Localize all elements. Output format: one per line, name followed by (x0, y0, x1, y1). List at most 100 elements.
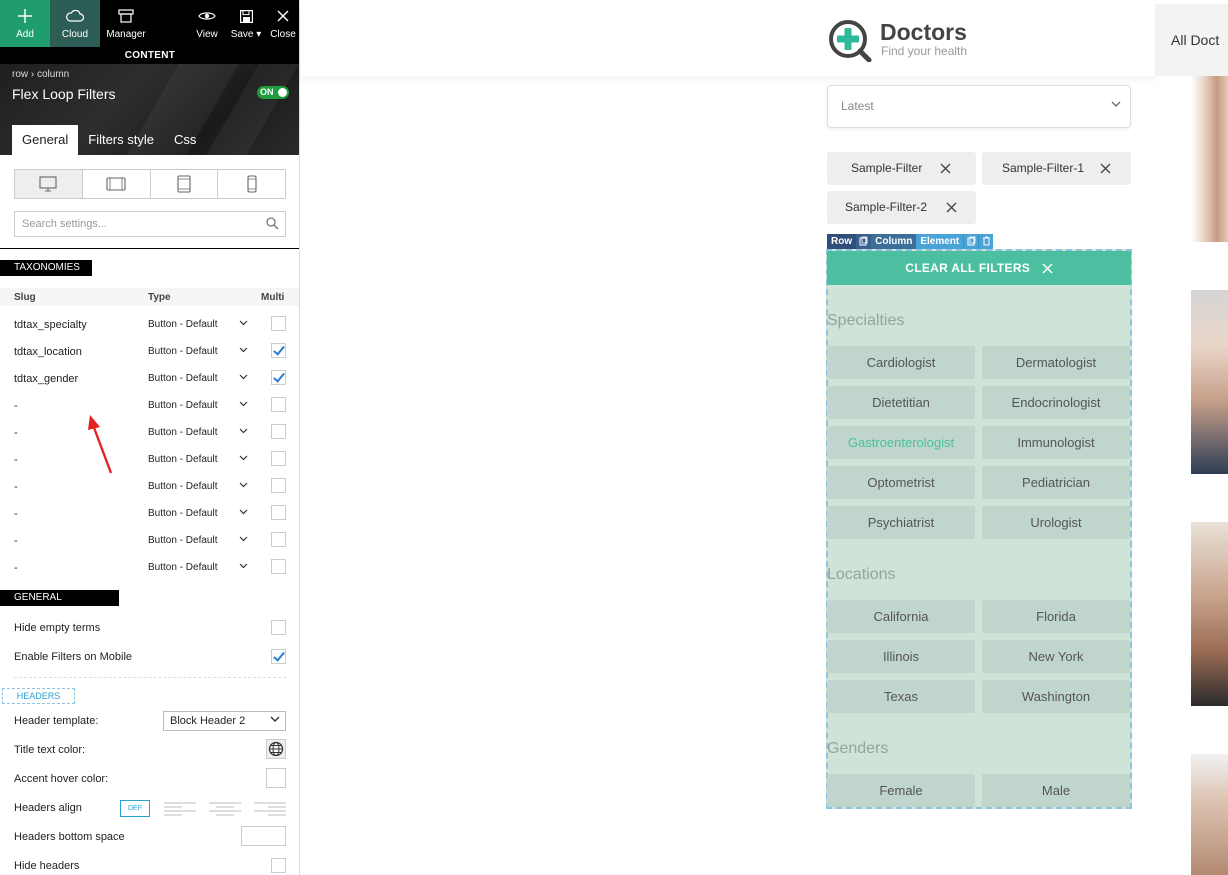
filter-option-button[interactable]: Immunologist (982, 426, 1130, 459)
cloud-button[interactable]: Cloud (50, 0, 100, 47)
element-copy-icon[interactable] (963, 234, 979, 249)
taxonomy-type-select[interactable]: Button - Default (148, 373, 217, 384)
chevron-down-icon[interactable] (239, 347, 248, 353)
desktop-device-button[interactable] (15, 170, 83, 198)
tab-filters-style[interactable]: Filters style (78, 125, 164, 155)
doctor-photo[interactable] (1191, 522, 1228, 706)
row-copy-icon[interactable] (856, 234, 872, 249)
taxonomy-multi-checkbox[interactable] (271, 397, 286, 412)
taxonomy-multi-checkbox[interactable] (271, 532, 286, 547)
search-icon[interactable] (266, 217, 279, 230)
doctor-photo[interactable] (1191, 290, 1228, 474)
taxonomy-type-select[interactable]: Button - Default (148, 427, 217, 438)
portrait-tablet-device-button[interactable] (151, 170, 219, 198)
element-selector[interactable]: Element (916, 234, 964, 249)
taxonomy-type-select[interactable]: Button - Default (148, 508, 217, 519)
sort-select[interactable]: Latest (827, 85, 1131, 128)
filter-option-button[interactable]: Pediatrician (982, 466, 1130, 499)
row-selector[interactable]: Row (827, 234, 857, 249)
taxonomy-type-select[interactable]: Button - Default (148, 319, 217, 330)
taxonomy-type-select[interactable]: Button - Default (148, 400, 217, 411)
taxonomy-multi-checkbox[interactable] (271, 316, 286, 331)
tablet-landscape-icon (106, 177, 126, 191)
remove-filter-icon[interactable] (946, 202, 957, 213)
filter-option-button[interactable]: Washington (982, 680, 1130, 713)
taxonomy-type-select[interactable]: Button - Default (148, 454, 217, 465)
view-button[interactable]: View (188, 0, 226, 47)
taxonomy-multi-checkbox[interactable] (271, 478, 286, 493)
hide-empty-terms-checkbox[interactable] (271, 620, 286, 635)
close-button[interactable]: Close (266, 0, 299, 47)
chevron-down-icon[interactable] (239, 536, 248, 542)
hide-headers-checkbox[interactable] (271, 858, 286, 873)
taxonomy-multi-checkbox[interactable] (271, 559, 286, 574)
headers-bottom-space-input[interactable] (241, 826, 286, 846)
phone-device-button[interactable] (218, 170, 285, 198)
taxonomy-type-select[interactable]: Button - Default (148, 562, 217, 573)
element-delete-icon[interactable] (978, 234, 994, 249)
column-selector[interactable]: Column (871, 234, 917, 249)
accent-hover-color-picker[interactable] (266, 768, 286, 788)
active-filter-pill[interactable]: Sample-Filter (827, 152, 976, 185)
filter-option-button[interactable]: Dermatologist (982, 346, 1130, 379)
chevron-down-icon[interactable] (239, 401, 248, 407)
chevron-down-icon[interactable] (239, 320, 248, 326)
logo-magnifier-cross-icon[interactable] (827, 18, 873, 62)
tab-css[interactable]: Css (164, 125, 206, 155)
taxonomy-type-select[interactable]: Button - Default (148, 346, 217, 357)
align-left-icon[interactable] (164, 801, 196, 816)
element-toggle[interactable]: ON (257, 86, 289, 99)
taxonomy-multi-checkbox[interactable] (271, 505, 286, 520)
filter-option-button[interactable]: New York (982, 640, 1130, 673)
logo-name[interactable]: Doctors (880, 19, 967, 46)
align-default-button[interactable]: DEF (120, 800, 150, 817)
align-right-icon[interactable] (254, 801, 286, 816)
chevron-down-icon[interactable] (239, 482, 248, 488)
filter-option-button[interactable]: Florida (982, 600, 1130, 633)
save-button[interactable]: Save ▾ (226, 0, 266, 47)
landscape-tablet-device-button[interactable] (83, 170, 151, 198)
taxonomy-multi-checkbox[interactable] (271, 343, 286, 358)
filter-option-button[interactable]: Gastroenterologist (827, 426, 975, 459)
remove-filter-icon[interactable] (1100, 163, 1111, 174)
taxonomy-type-select[interactable]: Button - Default (148, 481, 217, 492)
align-center-icon[interactable] (209, 801, 241, 816)
clear-all-filters-button[interactable]: CLEAR ALL FILTERS (827, 251, 1131, 285)
manager-button[interactable]: Manager (100, 0, 152, 47)
breadcrumb[interactable]: row › column (12, 69, 69, 80)
filter-option-button[interactable]: California (827, 600, 975, 633)
filter-option-button[interactable]: Female (827, 774, 975, 807)
filter-option-button[interactable]: Male (982, 774, 1130, 807)
filter-option-button[interactable]: Urologist (982, 506, 1130, 539)
tab-general[interactable]: General (12, 125, 79, 155)
filter-option-button[interactable]: Endocrinologist (982, 386, 1130, 419)
remove-filter-icon[interactable] (940, 163, 951, 174)
filter-option-button[interactable]: Optometrist (827, 466, 975, 499)
nav-item-all-doctors[interactable]: All Doct (1171, 32, 1219, 48)
doctor-photo[interactable] (1191, 754, 1228, 875)
close-label: Close (270, 29, 296, 40)
filter-option-button[interactable]: Cardiologist (827, 346, 975, 379)
active-filter-pill[interactable]: Sample-Filter-2 (827, 191, 976, 224)
chevron-down-icon[interactable] (239, 455, 248, 461)
settings-search-input[interactable] (15, 212, 255, 236)
header-template-select[interactable]: Block Header 2 (163, 711, 286, 731)
filter-option-button[interactable]: Illinois (827, 640, 975, 673)
filter-option-button[interactable]: Texas (827, 680, 975, 713)
taxonomy-type-select[interactable]: Button - Default (148, 535, 217, 546)
taxonomy-multi-checkbox[interactable] (271, 424, 286, 439)
taxonomy-multi-checkbox[interactable] (271, 451, 286, 466)
chevron-down-icon[interactable] (239, 509, 248, 515)
chevron-down-icon[interactable] (239, 428, 248, 434)
cloud-label: Cloud (61, 29, 89, 40)
add-button[interactable]: Add (0, 0, 50, 47)
doctor-photo[interactable] (1191, 76, 1228, 242)
active-filter-pill[interactable]: Sample-Filter-1 (982, 152, 1131, 185)
enable-filters-mobile-checkbox[interactable] (271, 649, 286, 664)
chevron-down-icon[interactable] (239, 563, 248, 569)
filter-option-button[interactable]: Dietetitian (827, 386, 975, 419)
taxonomy-multi-checkbox[interactable] (271, 370, 286, 385)
chevron-down-icon[interactable] (239, 374, 248, 380)
filter-option-button[interactable]: Psychiatrist (827, 506, 975, 539)
title-text-color-picker[interactable] (266, 739, 286, 759)
